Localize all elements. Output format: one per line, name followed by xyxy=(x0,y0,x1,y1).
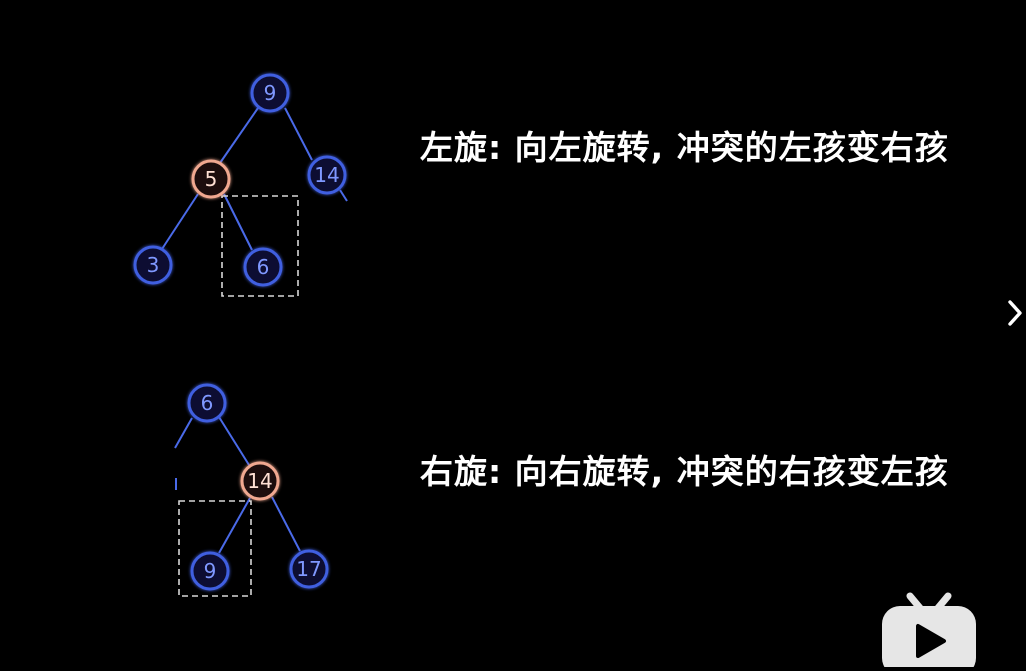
edge-9-5 xyxy=(219,107,259,164)
node-label: 6 xyxy=(257,255,270,279)
bilibili-tv-icon xyxy=(882,592,976,671)
right-rotation-caption: 右旋: 向右旋转, 冲突的右孩变左孩 xyxy=(420,452,949,491)
tree-node-3: 3 xyxy=(133,245,173,285)
tree-node-6: 6 xyxy=(187,383,227,423)
node-label: 9 xyxy=(204,559,217,583)
tree-node-9: 9 xyxy=(250,73,290,113)
node-label: 9 xyxy=(264,81,277,105)
tree-node-17: 17 xyxy=(289,549,329,589)
left-rotation-caption: 左旋: 向左旋转, 冲突的左孩变右孩 xyxy=(420,128,949,167)
node-label: 5 xyxy=(205,167,218,191)
tree-node-5-highlight: 5 xyxy=(191,159,231,199)
tree-edges xyxy=(174,416,301,554)
rotation-diagrams: 9 5 14 3 6 6 14 9 17 xyxy=(133,73,348,597)
edge-9-14 xyxy=(284,107,313,161)
video-player-badge[interactable] xyxy=(880,592,976,671)
node-label: 14 xyxy=(247,469,272,493)
edge-14-17 xyxy=(271,496,301,552)
tree-node-14: 14 xyxy=(307,155,347,195)
edge-6-14 xyxy=(218,416,250,466)
tree-node-14-highlight: 14 xyxy=(240,461,280,501)
node-label: 6 xyxy=(201,391,214,415)
tree-node-9: 9 xyxy=(190,551,230,591)
left-rotation-tree: 9 5 14 3 6 xyxy=(133,73,348,297)
chevron-right-icon xyxy=(1008,300,1022,326)
next-slide-button[interactable] xyxy=(1005,296,1025,330)
node-label: 14 xyxy=(314,163,339,187)
right-rotation-tree: 6 14 9 17 xyxy=(174,383,329,597)
edge-14-right-stub xyxy=(339,189,348,202)
edge-5-6 xyxy=(223,193,253,251)
slide-canvas: 9 5 14 3 6 6 14 9 17 左旋: 向左旋转, 冲突的左孩变右孩 … xyxy=(0,0,1026,671)
node-label: 3 xyxy=(147,253,160,277)
edge-6-left-stub xyxy=(174,417,193,449)
tree-node-6: 6 xyxy=(243,247,283,287)
edge-5-3 xyxy=(161,193,199,250)
node-label: 17 xyxy=(296,557,321,581)
edge-14-9 xyxy=(218,497,251,554)
